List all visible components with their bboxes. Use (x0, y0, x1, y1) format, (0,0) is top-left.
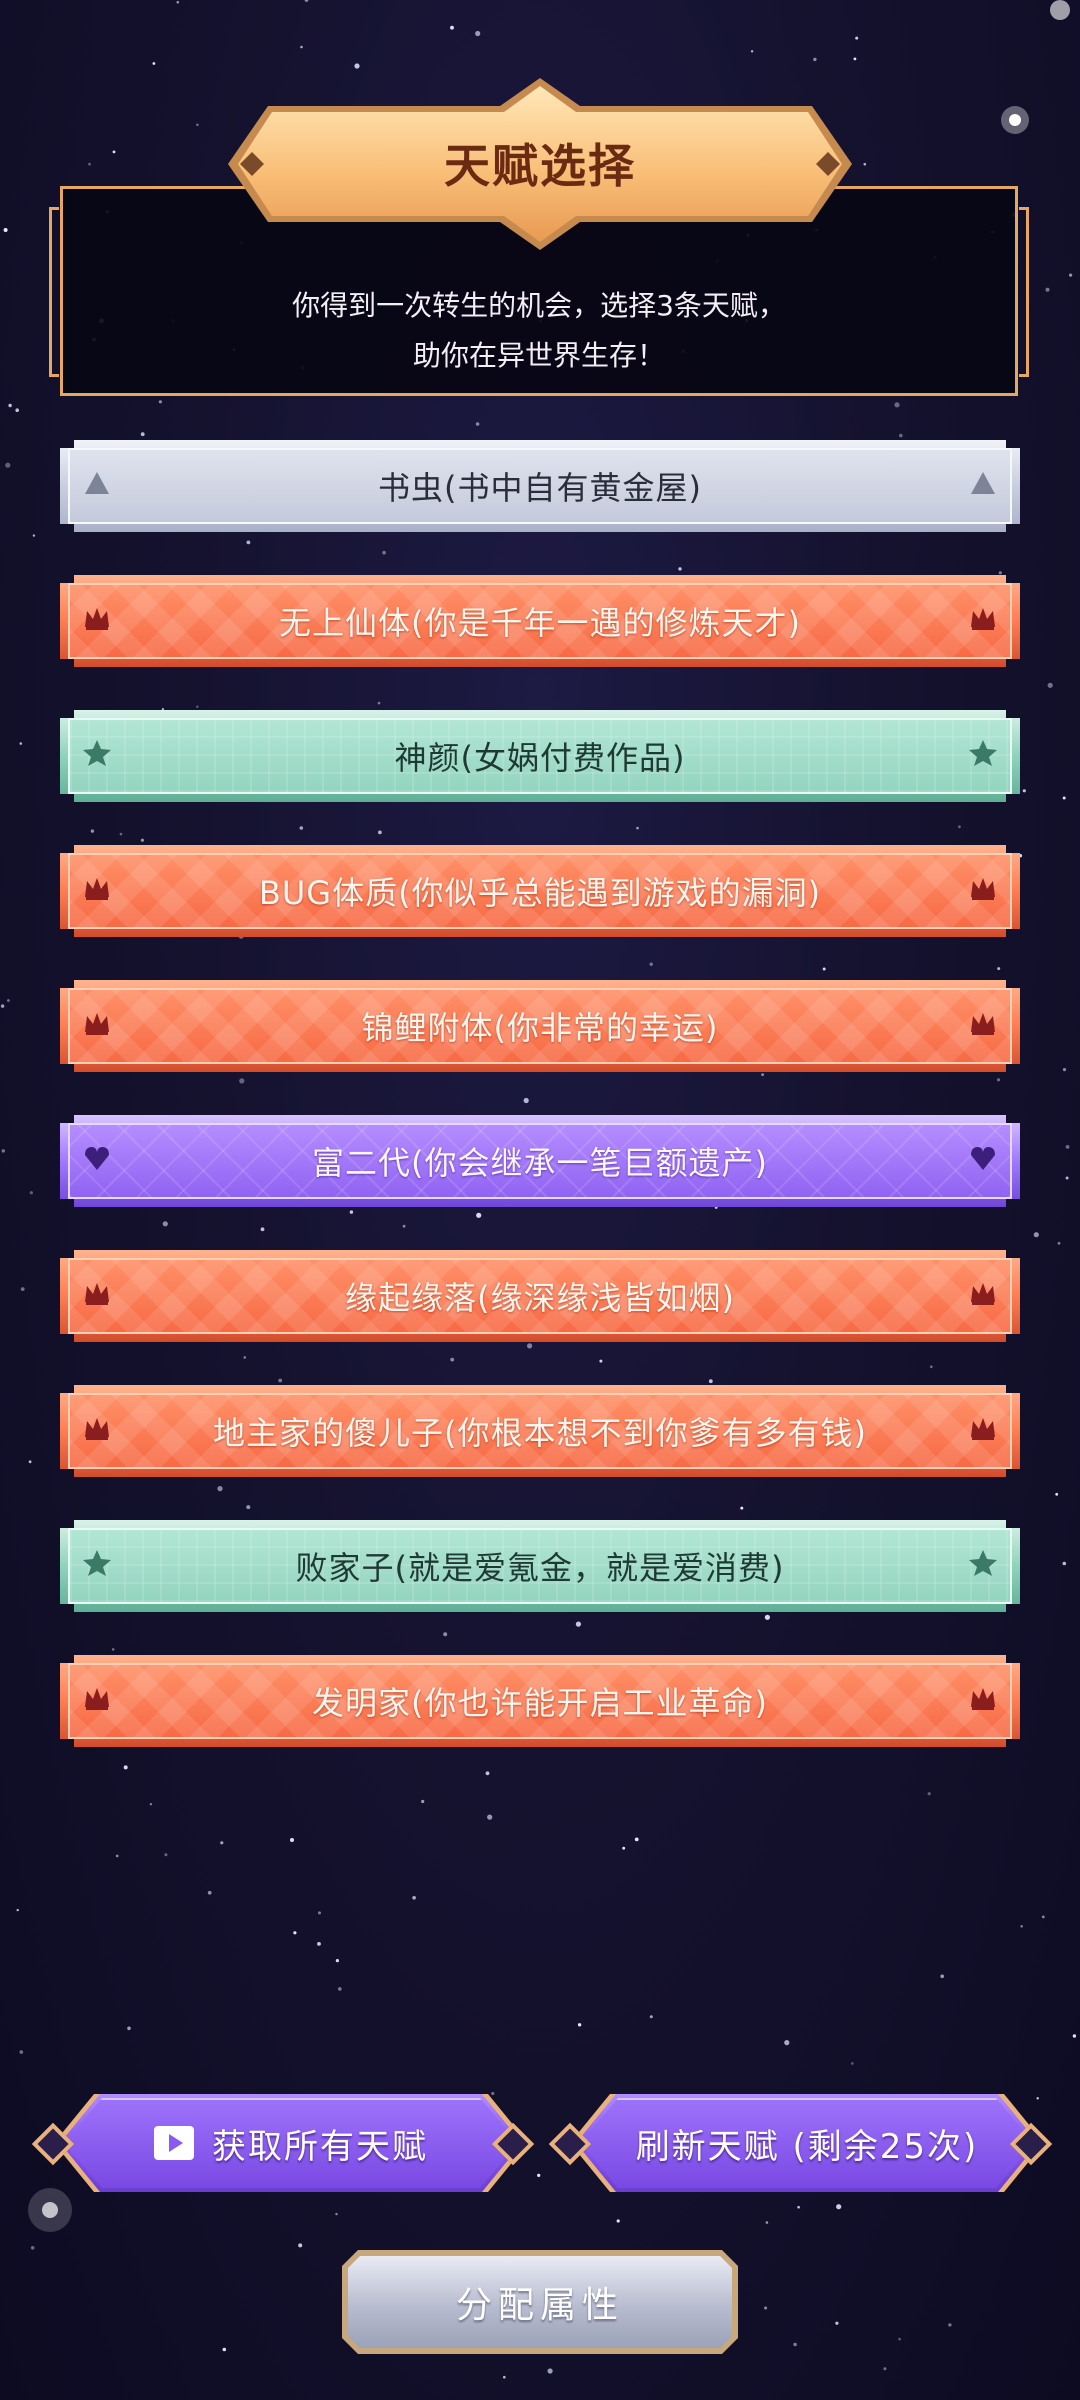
talent-option[interactable]: 富二代(你会继承一笔巨额遗产) (60, 1115, 1020, 1207)
talent-option-label: 缘起缘落(缘深缘浅皆如烟) (345, 1279, 735, 1317)
intro-line-2: 助你在异世界生存！ (412, 339, 665, 372)
talent-option[interactable]: 神颜(女娲付费作品) (60, 710, 1020, 802)
talent-option-label: 败家子(就是爱氪金，就是爱消费) (295, 1549, 785, 1587)
page-title: 天赋选择 (444, 139, 636, 193)
talent-option[interactable]: 锦鲤附体(你非常的幸运) (60, 980, 1020, 1072)
get-all-talents-label: 获取所有天赋 (212, 2126, 428, 2167)
talent-option[interactable]: 书虫(书中自有黄金屋) (60, 440, 1020, 532)
talent-option-label: 无上仙体(你是千年一遇的修炼天才) (279, 604, 801, 642)
allocate-attributes-label: 分配属性 (455, 2285, 624, 2326)
intro-line-1: 你得到一次转生的机会，选择3条天赋， (292, 289, 786, 322)
talent-option-label: 锦鲤附体(你非常的幸运) (361, 1009, 719, 1047)
video-play-icon (154, 2126, 194, 2160)
talent-option-label: 神颜(女娲付费作品) (394, 739, 686, 777)
talent-option-label: BUG体质(你似乎总能遇到游戏的漏洞) (258, 874, 822, 912)
talent-option-label: 书虫(书中自有黄金屋) (378, 469, 702, 507)
refresh-talents-label: 刷新天赋 (剩余25次) (635, 2126, 979, 2167)
talent-option[interactable]: 败家子(就是爱氪金，就是爱消费) (60, 1520, 1020, 1612)
talent-option[interactable]: 发明家(你也许能开启工业革命) (60, 1655, 1020, 1747)
talent-option[interactable]: 无上仙体(你是千年一遇的修炼天才) (60, 575, 1020, 667)
get-all-label-row: 获取所有天赋 (60, 2094, 522, 2192)
button-face: 分配属性 (348, 2256, 732, 2348)
get-all-talents-button[interactable]: 获取所有天赋 (60, 2094, 522, 2192)
refresh-talents-button[interactable]: 刷新天赋 (剩余25次) (576, 2094, 1038, 2192)
intro-text: 你得到一次转生的机会，选择3条天赋， 助你在异世界生存！ (63, 281, 1015, 381)
allocate-attributes-button[interactable]: 分配属性 (342, 2250, 738, 2354)
talent-option[interactable]: 缘起缘落(缘深缘浅皆如烟) (60, 1250, 1020, 1342)
talent-option-label: 富二代(你会继承一笔巨额遗产) (312, 1144, 768, 1182)
talent-option-label: 地主家的傻儿子(你根本想不到你爹有多有钱) (213, 1414, 867, 1452)
talent-option-label: 发明家(你也许能开启工业革命) (312, 1684, 768, 1722)
talent-option[interactable]: 地主家的傻儿子(你根本想不到你爹有多有钱) (60, 1385, 1020, 1477)
talent-option[interactable]: BUG体质(你似乎总能遇到游戏的漏洞) (60, 845, 1020, 937)
